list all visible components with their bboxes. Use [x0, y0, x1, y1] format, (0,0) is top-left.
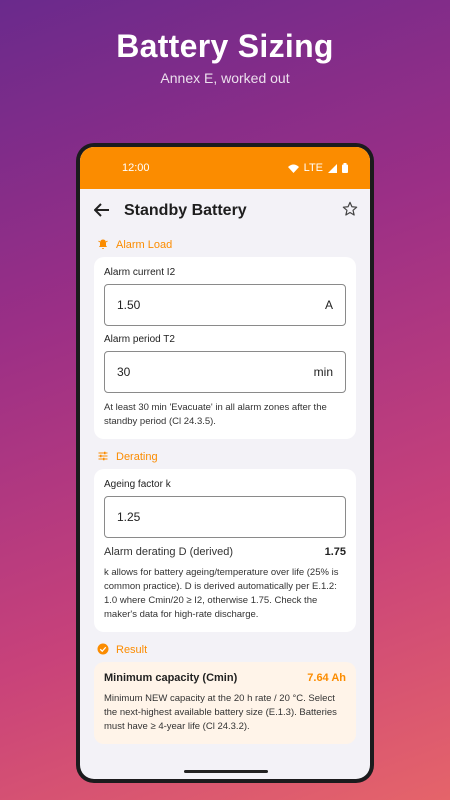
- derating-card: Ageing factor k 1.25 Alarm derating D (d…: [94, 469, 356, 632]
- derived-derating-label: Alarm derating D (derived): [104, 546, 233, 558]
- app-bar: Standby Battery: [80, 189, 370, 233]
- gesture-nav-bar[interactable]: [184, 770, 268, 773]
- section-header-alarm-load: Alarm Load: [94, 233, 356, 257]
- status-time: 12:00: [122, 162, 150, 174]
- section-header-derating: Derating: [94, 445, 356, 469]
- star-outline-icon[interactable]: [342, 201, 358, 222]
- alarm-period-value: 30: [117, 365, 131, 379]
- derating-help: k allows for battery ageing/temperature …: [104, 567, 339, 620]
- wifi-icon: [287, 164, 299, 173]
- ageing-factor-label: Ageing factor k: [104, 479, 171, 490]
- result-value: 7.64 Ah: [307, 672, 346, 684]
- promo-subtitle: Annex E, worked out: [160, 70, 290, 86]
- alarm-load-help: At least 30 min 'Evacuate' in all alarm …: [104, 402, 327, 427]
- page-title: Standby Battery: [124, 202, 247, 219]
- derived-derating-value: 1.75: [324, 546, 346, 558]
- content: Alarm Load Alarm current I2 1.50 A Alarm…: [80, 233, 370, 744]
- bell-icon: [96, 238, 110, 253]
- section-title: Derating: [116, 451, 158, 463]
- section-title: Result: [116, 644, 148, 656]
- derived-derating-row: Alarm derating D (derived) 1.75: [104, 546, 346, 558]
- result-help: Minimum NEW capacity at the 20 h rate / …: [104, 693, 337, 732]
- alarm-current-label: Alarm current I2: [104, 267, 176, 278]
- check-circle-icon: [96, 643, 110, 658]
- alarm-load-card: Alarm current I2 1.50 A Alarm period T2 …: [94, 257, 356, 439]
- battery-icon: [342, 163, 348, 173]
- phone-frame: 12:00 LTE Standby Battery Alarm Load Ala…: [76, 143, 374, 783]
- alarm-period-label: Alarm period T2: [104, 334, 175, 345]
- alarm-current-value: 1.50: [117, 298, 141, 312]
- alarm-current-unit: A: [324, 298, 333, 312]
- network-label: LTE: [303, 162, 323, 174]
- status-icons: LTE: [287, 162, 348, 174]
- signal-icon: [328, 163, 337, 173]
- ageing-factor-input[interactable]: 1.25: [104, 496, 346, 538]
- status-bar: 12:00 LTE: [80, 147, 370, 189]
- result-label: Minimum capacity (Cmin): [104, 672, 238, 684]
- promo-title: Battery Sizing: [116, 28, 334, 64]
- result-row: Minimum capacity (Cmin) 7.64 Ah: [104, 672, 346, 684]
- alarm-period-input[interactable]: 30 min: [104, 351, 346, 393]
- arrow-left-icon[interactable]: [93, 200, 124, 223]
- section-header-result: Result: [94, 638, 356, 662]
- alarm-period-unit: min: [313, 365, 333, 379]
- alarm-current-input[interactable]: 1.50 A: [104, 284, 346, 326]
- sliders-icon: [96, 450, 110, 465]
- phone-screen: 12:00 LTE Standby Battery Alarm Load Ala…: [80, 147, 370, 779]
- section-title: Alarm Load: [116, 239, 173, 251]
- result-card: Minimum capacity (Cmin) 7.64 Ah Minimum …: [94, 662, 356, 744]
- ageing-factor-value: 1.25: [117, 510, 141, 524]
